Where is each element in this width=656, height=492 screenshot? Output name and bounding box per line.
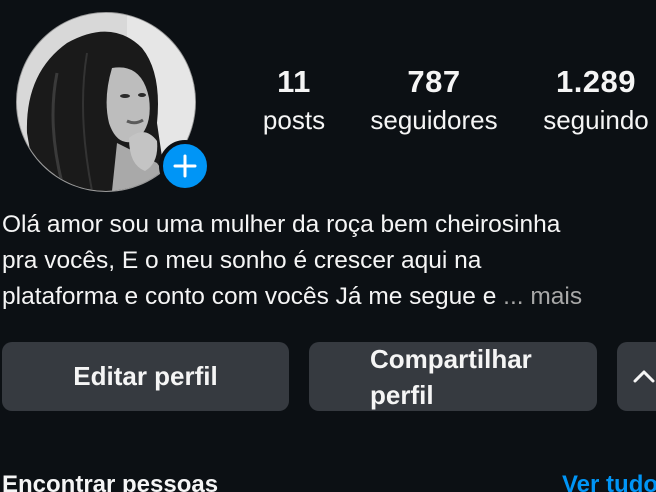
edit-profile-button[interactable]: Editar perfil <box>2 342 289 411</box>
stat-following[interactable]: 1.289 seguindo <box>536 62 656 138</box>
profile-bio: Olá amor sou uma mulher da roça bem chei… <box>2 207 656 315</box>
bio-more-link[interactable]: ... mais <box>503 283 582 310</box>
profile-avatar-container[interactable] <box>16 12 211 192</box>
see-all-link[interactable]: Ver tudo <box>562 470 656 492</box>
followers-count: 787 <box>407 64 461 99</box>
bio-line: plataforma e conto com vocês Já me segue… <box>2 279 656 315</box>
followers-label: seguidores <box>370 105 498 135</box>
chevron-up-icon <box>633 370 655 382</box>
bio-line-text: plataforma e conto com vocês Já me segue… <box>2 283 497 310</box>
bio-line: pra vocês, E o meu sonho é crescer aqui … <box>2 247 482 274</box>
following-count: 1.289 <box>555 64 637 99</box>
suggestions-toggle-button[interactable] <box>617 342 656 411</box>
add-story-button[interactable] <box>159 140 211 192</box>
share-profile-button[interactable]: Compartilhar perfil <box>309 342 597 411</box>
plus-icon <box>173 154 197 178</box>
posts-label: posts <box>262 105 326 135</box>
stat-followers[interactable]: 787 seguidores <box>362 62 506 138</box>
bio-line: Olá amor sou uma mulher da roça bem chei… <box>2 211 561 238</box>
discover-people-title: Encontrar pessoas <box>2 471 219 492</box>
share-profile-label: Compartilhar perfil <box>370 343 532 410</box>
stat-posts[interactable]: 11 posts <box>254 62 334 138</box>
posts-count: 11 <box>277 64 311 99</box>
following-label: seguindo <box>543 105 649 135</box>
profile-page: 11 posts 787 seguidores 1.289 seguindo O… <box>0 0 656 492</box>
